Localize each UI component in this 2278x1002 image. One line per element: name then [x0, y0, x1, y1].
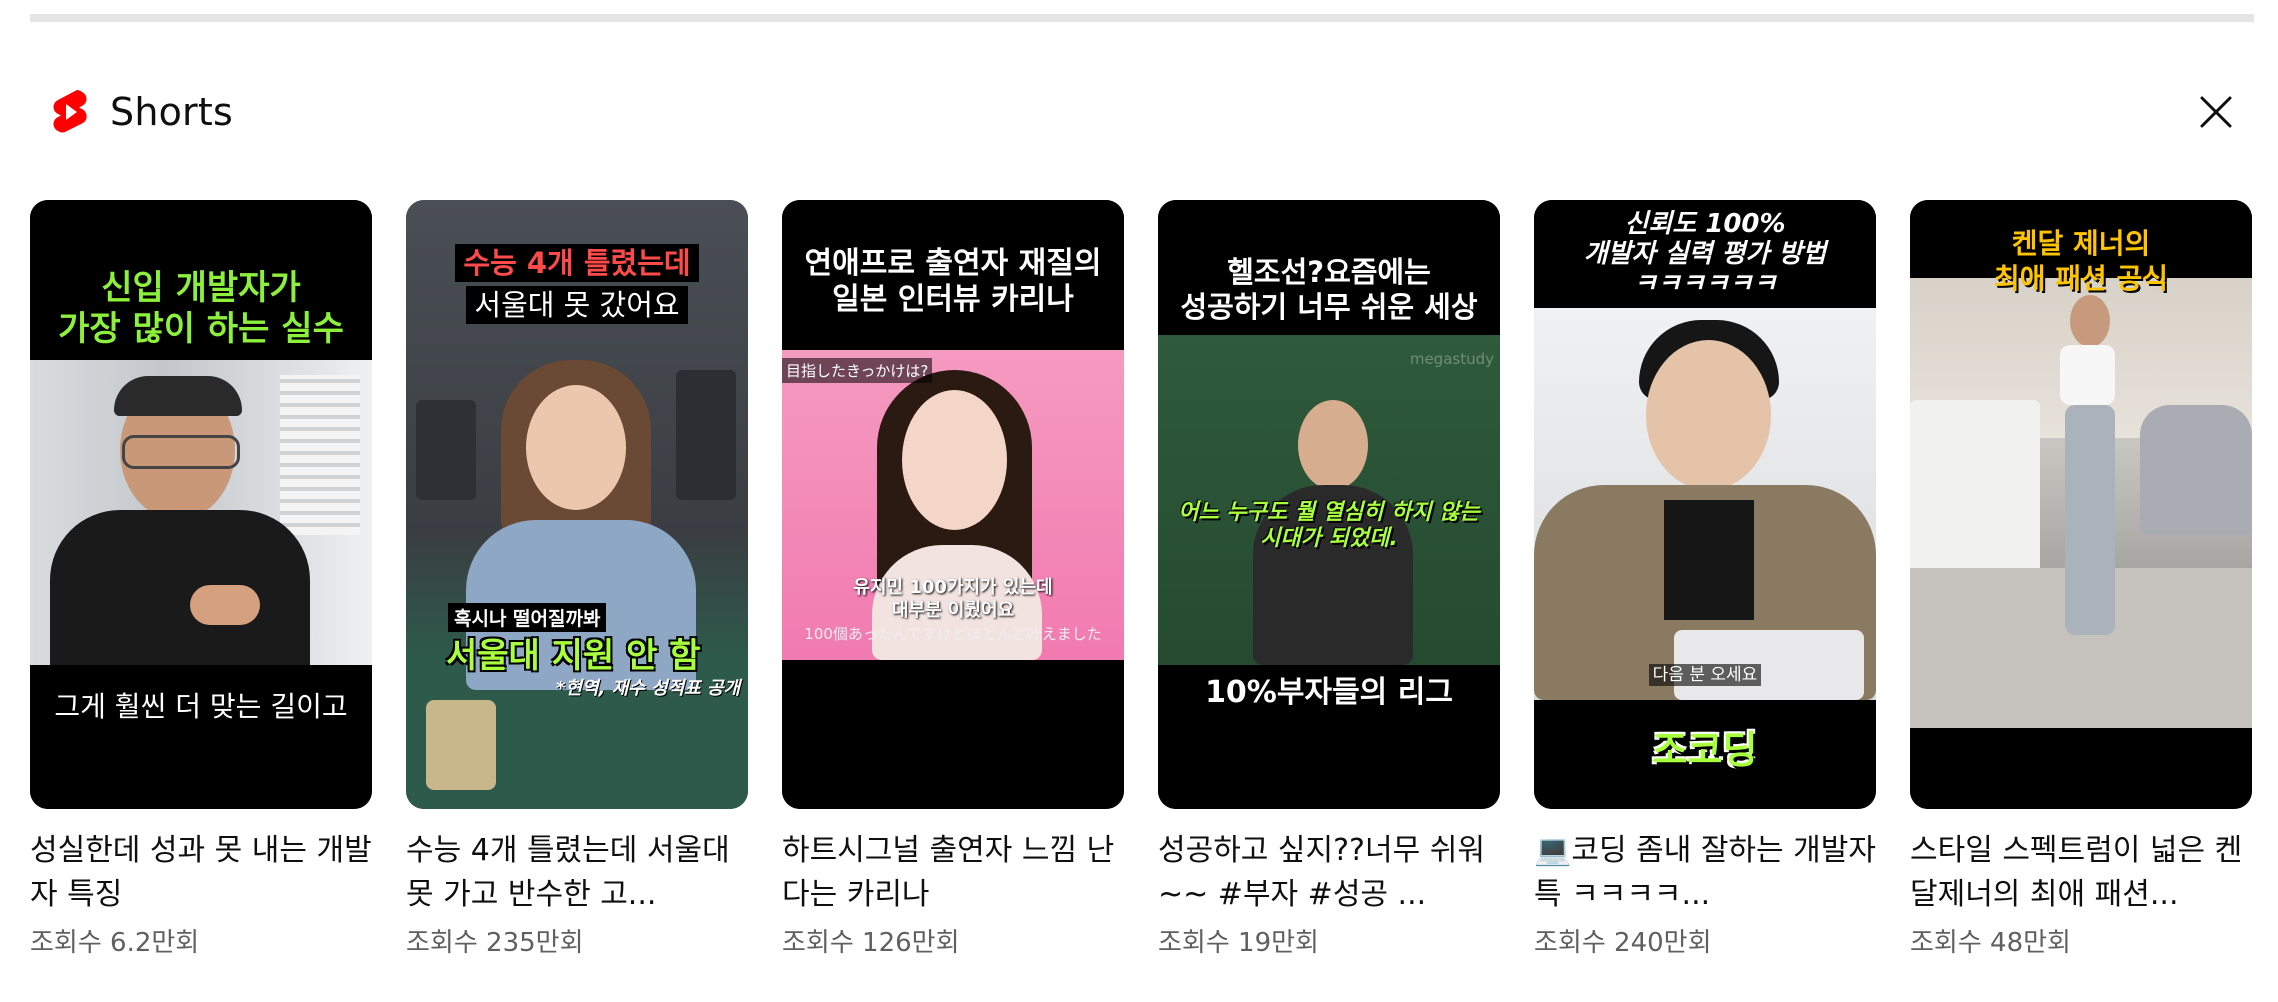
thumb-sub-jp: 100個あったんですけどほとんど叶えました: [804, 625, 1102, 643]
short-card[interactable]: 켄달 제너의 최애 패션 공식 스타일 스펙트럼이 넓은 켄달제너의 최애 패션…: [1910, 200, 2252, 961]
thumb-watermark: megastudy: [1409, 350, 1494, 368]
thumb-subcaption-big: 서울대 지원 안 함: [446, 636, 701, 676]
short-title[interactable]: 수능 4개 틀렸는데 서울대 못 가고 반수한 고...: [406, 829, 748, 917]
thumb-caption-top: 연애프로 출연자 재질의 일본 인터뷰 카리나: [804, 246, 1102, 317]
thumb-caption-bottom: 10%부자들의 리그: [1205, 675, 1453, 710]
thumb-note: *현역, 재수 성적표 공개: [556, 678, 741, 699]
thumb-caption-top: 신뢰도 100% 개발자 실력 평가 방법 ㅋㅋㅋㅋㅋㅋ: [1583, 209, 1827, 299]
thumb-caption-top: 신입 개발자가 가장 많이 하는 실수: [58, 268, 344, 349]
thumb-sub-2: 대부분 이뤘어요: [891, 600, 1015, 621]
thumb-caption-bottom: 조코딩: [1652, 728, 1758, 772]
short-views: 조회수 240만회: [1534, 928, 1712, 958]
short-title[interactable]: 스타일 스펙트럼이 넓은 켄달제너의 최애 패션...: [1910, 829, 2252, 917]
thumb-caption-top: 켄달 제너의 최애 패션 공식: [1993, 227, 2169, 295]
short-title[interactable]: 성실한데 성과 못 내는 개발자 특징: [30, 829, 372, 917]
thumb-sub: 어느 누구도 뭘 열심히 하지 않는 시대가 되었데.: [1178, 500, 1480, 552]
shorts-header: Shorts: [50, 82, 233, 142]
short-card[interactable]: 신입 개발자가 가장 많이 하는 실수 그게 훨씬 더 맞는 길이고 성실한데 …: [30, 200, 372, 961]
thumb-sub-1: 유지민 100가지가 있는데: [853, 577, 1053, 598]
youtube-shorts-icon: [53, 90, 87, 133]
short-thumbnail[interactable]: 신입 개발자가 가장 많이 하는 실수 그게 훨씬 더 맞는 길이고: [30, 200, 372, 809]
short-title[interactable]: 💻코딩 좀내 잘하는 개발자 특 ㅋㅋㅋㅋ...: [1534, 829, 1876, 917]
short-thumbnail[interactable]: 신뢰도 100% 개발자 실력 평가 방법 ㅋㅋㅋㅋㅋㅋ 다음 분 오세요 조코…: [1534, 200, 1876, 809]
short-thumbnail[interactable]: 연애프로 출연자 재질의 일본 인터뷰 카리나 目指したきっかけは? 유지민 1…: [782, 200, 1124, 809]
thumb-caption-top: 헬조선?요즘에는 성공하기 너무 쉬운 세상: [1180, 255, 1478, 324]
section-title: Shorts: [110, 90, 233, 134]
thumb-caption-top-1: 수능 4개 틀렸는데: [455, 244, 699, 282]
thumb-jp-tag: 目指したきっかけは?: [782, 358, 933, 383]
short-title[interactable]: 성공하고 싶지??너무 쉬워~~ #부자 #성공 ...: [1158, 829, 1500, 917]
short-thumbnail[interactable]: 수능 4개 틀렸는데 서울대 못 갔어요 혹시나 떨어질까봐 서울대 지원 안 …: [406, 200, 748, 809]
short-thumbnail[interactable]: 헬조선?요즘에는 성공하기 너무 쉬운 세상 megastudy 어느 누구도 …: [1158, 200, 1500, 809]
thumb-caption-top-2: 서울대 못 갔어요: [466, 286, 688, 324]
close-button[interactable]: [2190, 86, 2242, 138]
short-card[interactable]: 헬조선?요즘에는 성공하기 너무 쉬운 세상 megastudy 어느 누구도 …: [1158, 200, 1500, 961]
top-divider: [30, 14, 2254, 22]
short-card[interactable]: 연애프로 출연자 재질의 일본 인터뷰 카리나 目指したきっかけは? 유지민 1…: [782, 200, 1124, 961]
short-title[interactable]: 하트시그널 출연자 느낌 난다는 카리나: [782, 829, 1124, 917]
short-views: 조회수 19만회: [1158, 928, 1319, 958]
short-views: 조회수 6.2만회: [30, 928, 200, 958]
short-card[interactable]: 신뢰도 100% 개발자 실력 평가 방법 ㅋㅋㅋㅋㅋㅋ 다음 분 오세요 조코…: [1534, 200, 1876, 961]
short-views: 조회수 48만회: [1910, 928, 2071, 958]
short-thumbnail[interactable]: 켄달 제너의 최애 패션 공식: [1910, 200, 2252, 809]
thumb-caption-bottom: 그게 훨씬 더 맞는 길이고: [54, 690, 348, 723]
short-views: 조회수 126만회: [782, 928, 960, 958]
short-card[interactable]: 수능 4개 틀렸는데 서울대 못 갔어요 혹시나 떨어질까봐 서울대 지원 안 …: [406, 200, 748, 961]
short-views: 조회수 235만회: [406, 928, 584, 958]
thumb-sub: 다음 분 오세요: [1648, 664, 1762, 686]
close-icon: [2200, 96, 2232, 128]
